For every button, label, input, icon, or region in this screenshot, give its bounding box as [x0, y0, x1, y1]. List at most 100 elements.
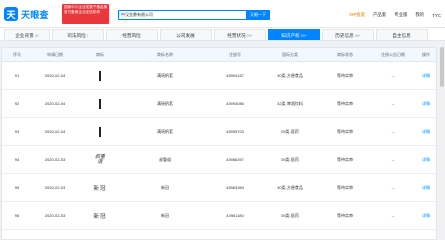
- tab-label: 企业背景: [15, 33, 34, 38]
- trademark-image[interactable]: 新冠: [91, 206, 109, 226]
- cell-class: 05类-医药: [281, 213, 299, 218]
- tab-label: 自主信息: [392, 33, 411, 38]
- trademark-image[interactable]: [91, 66, 109, 86]
- cell-status: 等待实审: [337, 185, 353, 190]
- table-row: 92 2020-02-04 满瑶帆茗 43993086 32类-啤酒饮料 等待实…: [2, 90, 436, 118]
- cell-class: 32类-啤酒饮料: [277, 101, 303, 106]
- trademark-bar-glyph: [99, 99, 101, 109]
- col-header-status: 商标状态: [337, 52, 353, 57]
- cell-regno: 43983384: [226, 185, 244, 190]
- tab-development[interactable]: 公司发展: [160, 29, 212, 40]
- trademark-image[interactable]: 叔重道: [91, 150, 109, 170]
- table-row: 91 2020-02-04 满瑶帆茗 43994167 30类-方便食品 等待实…: [2, 62, 436, 90]
- table-row: 94 2020-02-03 叔重道 叔重道 43986397 05类-医药 等待…: [2, 146, 436, 174]
- scrollbar-thumb[interactable]: [440, 47, 444, 87]
- search-box: 天眼一下: [118, 10, 270, 20]
- trademark-word-text: 新冠: [93, 186, 107, 192]
- page-scrollbar[interactable]: [439, 47, 445, 240]
- cell-pubdate: --: [391, 129, 395, 134]
- cell-status: 等待实审: [337, 73, 353, 78]
- cell-regno: 43993086: [226, 101, 244, 106]
- trademark-image[interactable]: [91, 94, 109, 114]
- trademark-calligraphy-text: 叔重道: [94, 154, 105, 165]
- cell-class: 30类-方便食品: [277, 73, 303, 78]
- col-header-mark: 商标: [96, 52, 104, 57]
- table-row: 93 2020-02-04 满瑶帆茗 43995703 05类-医药 等待实审 …: [2, 118, 436, 146]
- cell-pubdate: --: [391, 73, 395, 78]
- cell-name: 叔重道: [159, 157, 171, 162]
- trademark-image[interactable]: [91, 122, 109, 142]
- cell-date: 2020-02-04: [44, 101, 66, 106]
- logo[interactable]: 天 天眼查: [4, 6, 49, 22]
- nav-product-link[interactable]: 产品套: [373, 12, 386, 18]
- tab-count: 99+: [354, 34, 361, 38]
- cell-no: 92: [14, 101, 20, 106]
- detail-link[interactable]: 详情: [416, 118, 436, 146]
- cell-regno: 43986397: [226, 157, 244, 162]
- cell-date: 2020-02-03: [44, 213, 66, 218]
- col-header-action: 操作: [422, 52, 430, 57]
- cell-date: 2020-02-03: [44, 157, 66, 162]
- tab-company-background[interactable]: 企业背景40: [4, 29, 50, 40]
- cell-class: 05类-医药: [281, 129, 299, 134]
- cell-status: 等待实审: [337, 129, 353, 134]
- logo-icon: 天: [4, 7, 18, 21]
- tab-label: 公司发展: [176, 33, 195, 38]
- cell-date: 2020-02-03: [44, 185, 66, 190]
- cell-name: 满瑶帆茗: [157, 73, 173, 78]
- cell-no: 93: [14, 129, 20, 134]
- cell-name: 满瑶帆茗: [157, 101, 173, 106]
- nav-mine-link[interactable]: 我的: [415, 12, 424, 18]
- trademark-word-text: 新冠: [93, 214, 107, 220]
- col-header-pubdate: 注册公告日期: [381, 52, 405, 57]
- detail-link[interactable]: 详情: [416, 146, 436, 174]
- tab-count: 99+: [246, 34, 253, 38]
- cell-pubdate: --: [391, 185, 395, 190]
- trademark-image[interactable]: 新冠: [91, 178, 109, 198]
- table-row: 96 2020-02-03 新冠 新冠 43981180 05类-医药 等待实审…: [2, 202, 436, 230]
- ad-banner[interactable]: 国家中小企业发展子基金旗下 官方备案企业征信机构: [62, 4, 109, 24]
- search-button[interactable]: 天眼一下: [246, 10, 270, 20]
- tab-operating-risk[interactable]: 经营风险: [106, 29, 158, 40]
- ad-line-2: 官方备案企业征信机构: [64, 10, 100, 14]
- cell-no: 95: [14, 185, 20, 190]
- detail-link[interactable]: 详情: [416, 202, 436, 230]
- cell-name: 满瑶帆茗: [157, 129, 173, 134]
- section-tabs: 企业背景40 司法风险1 经营风险 公司发展 经营状况99+ 知识产权99+ 历…: [0, 28, 445, 41]
- cell-name: 新冠: [161, 185, 169, 190]
- table-row: 95 2020-02-03 新冠 新冠 43983384 30类-方便食品 等待…: [2, 174, 436, 202]
- vip-link[interactable]: VIP会员: [349, 12, 365, 18]
- cell-date: 2020-02-04: [44, 129, 66, 134]
- tab-legal-risk[interactable]: 司法风险1: [52, 29, 104, 40]
- tab-history[interactable]: 历史信息99+: [322, 29, 374, 40]
- trademark-bar-glyph: [99, 127, 101, 137]
- detail-link[interactable]: 详情: [416, 174, 436, 202]
- logo-text: 天眼查: [21, 9, 49, 20]
- trademark-table: 序号 申请日期 商标 商标名称 注册号 国际分类 商标状态 注册公告日期 操作 …: [1, 47, 437, 240]
- cell-status: 等待实审: [337, 213, 353, 218]
- detail-link[interactable]: 详情: [416, 62, 436, 90]
- search-input[interactable]: [121, 11, 221, 19]
- col-header-name: 商标名称: [157, 52, 173, 57]
- tab-self-info[interactable]: 自主信息: [376, 29, 428, 40]
- tab-count: 99+: [300, 34, 307, 38]
- cell-name: 新冠: [161, 213, 169, 218]
- tab-label: 经营状况: [227, 33, 246, 38]
- cell-pubdate: --: [391, 157, 395, 162]
- cell-no: 94: [14, 157, 20, 162]
- cell-regno: 43995703: [226, 129, 244, 134]
- tab-count: 1: [86, 34, 89, 38]
- cell-pubdate: --: [391, 213, 395, 218]
- col-header-date: 申请日期: [47, 52, 63, 57]
- nav-service-link[interactable]: 专业版: [394, 12, 407, 18]
- user-menu[interactable]: TYC: [432, 13, 441, 18]
- tab-intellectual-property[interactable]: 知识产权99+: [268, 29, 320, 40]
- top-nav: VIP会员 产品套 专业版 我的 TYC: [341, 10, 441, 20]
- detail-link[interactable]: 详情: [416, 90, 436, 118]
- cell-no: 96: [14, 213, 20, 218]
- tab-operating-status[interactable]: 经营状况99+: [214, 29, 266, 40]
- table-header: 序号 申请日期 商标 商标名称 注册号 国际分类 商标状态 注册公告日期 操作: [2, 48, 436, 62]
- tab-count: 40: [34, 34, 39, 38]
- cell-pubdate: --: [391, 101, 395, 106]
- cell-regno: 43994167: [226, 73, 244, 78]
